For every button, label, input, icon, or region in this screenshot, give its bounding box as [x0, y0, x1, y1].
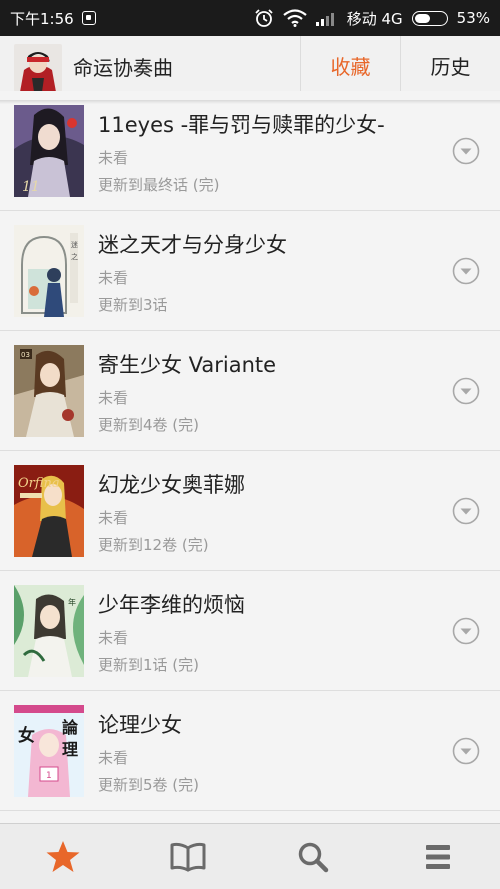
comic-read-status: 未看 — [98, 749, 129, 767]
comic-title: 11eyes -罪与罚与赎罪的少女- — [98, 113, 385, 137]
book-icon — [170, 842, 205, 871]
comic-cover: 年 — [14, 585, 84, 677]
svg-text:11: 11 — [22, 179, 40, 195]
battery-percent: 53% — [456, 9, 490, 27]
comic-list[interactable]: 11 11eyes -罪与罚与赎罪的少女- 未看 更新到最终话 (完) 迷 之 — [0, 91, 500, 823]
chevron-down-icon[interactable] — [452, 497, 480, 525]
signal-icon — [315, 13, 334, 26]
nav-favorites-button[interactable] — [0, 824, 125, 889]
comic-read-status: 未看 — [98, 149, 129, 167]
chevron-down-icon[interactable] — [452, 737, 480, 765]
comic-update-info: 更新到4卷 (完) — [98, 416, 200, 434]
carrier-label: 移动 4G — [346, 9, 403, 28]
comic-title: 寄生少女 Variante — [98, 353, 277, 377]
avatar[interactable] — [14, 44, 62, 92]
alarm-icon — [255, 9, 273, 27]
nav-search-button[interactable] — [250, 824, 375, 889]
list-item[interactable]: 03 寄生少女 Variante 未看 更新到4卷 (完) — [0, 331, 500, 451]
comic-read-status: 未看 — [98, 389, 129, 407]
comic-title: 少年李维的烦恼 — [98, 593, 245, 617]
nav-menu-button[interactable] — [375, 824, 500, 889]
comic-read-status: 未看 — [98, 509, 129, 527]
svg-text:03: 03 — [21, 351, 30, 359]
chevron-down-icon[interactable] — [452, 617, 480, 645]
comic-cover: 迷 之 — [14, 225, 84, 317]
chevron-down-icon[interactable] — [452, 137, 480, 165]
wifi-icon — [283, 9, 307, 27]
svg-text:女: 女 — [18, 725, 35, 746]
comic-title: 论理少女 — [98, 713, 182, 737]
nav-library-button[interactable] — [125, 824, 250, 889]
comic-title: 迷之天才与分身少女 — [98, 233, 287, 257]
comic-update-info: 更新到5卷 (完) — [98, 776, 200, 794]
notification-icon — [81, 11, 96, 25]
menu-icon — [425, 844, 450, 869]
list-item[interactable]: 迷 之 迷之天才与分身少女 未看 更新到3话 — [0, 211, 500, 331]
header-shadow — [0, 100, 500, 104]
chevron-down-icon[interactable] — [452, 377, 480, 405]
list-item[interactable]: 年 少年李维的烦恼 未看 更新到1话 (完) — [0, 571, 500, 691]
svg-text:理: 理 — [62, 740, 78, 759]
comic-read-status: 未看 — [98, 269, 129, 287]
svg-text:迷: 迷 — [71, 240, 78, 249]
status-bar: 下午1:56 移动 4G 53% — [0, 0, 500, 36]
comic-update-info: 更新到12卷 (完) — [98, 536, 209, 554]
bottom-nav — [0, 823, 500, 889]
comic-cover: 11 — [14, 105, 84, 197]
svg-text:Orfina: Orfina — [18, 476, 60, 491]
status-time: 下午1:56 — [10, 9, 74, 28]
svg-text:1: 1 — [46, 771, 52, 781]
list-item[interactable]: Orfina 幻龙少女奥菲娜 未看 更新到12卷 (完) — [0, 451, 500, 571]
comic-update-info: 更新到3话 — [98, 296, 168, 314]
svg-text:年: 年 — [68, 597, 76, 607]
list-item[interactable]: 11 11eyes -罪与罚与赎罪的少女- 未看 更新到最终话 (完) — [0, 91, 500, 211]
list-item[interactable]: 女 論 理 1 论理少女 未看 更新到5卷 (完) — [0, 691, 500, 811]
comic-cover: 03 — [14, 345, 84, 437]
star-icon — [46, 840, 79, 872]
comic-read-status: 未看 — [98, 629, 129, 647]
battery-icon — [411, 10, 448, 26]
svg-text:之: 之 — [71, 252, 78, 261]
chevron-down-icon[interactable] — [452, 257, 480, 285]
search-icon — [298, 842, 328, 872]
comic-cover: 女 論 理 1 — [14, 705, 84, 797]
comic-cover: Orfina — [14, 465, 84, 557]
svg-text:論: 論 — [62, 718, 79, 737]
comic-update-info: 更新到最终话 (完) — [98, 176, 220, 194]
comic-update-info: 更新到1话 (完) — [98, 656, 200, 674]
comic-title: 幻龙少女奥菲娜 — [98, 473, 245, 497]
